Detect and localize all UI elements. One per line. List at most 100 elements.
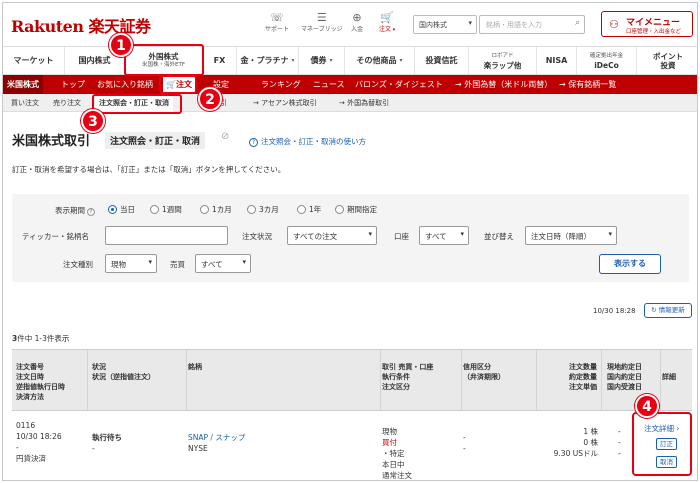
symbol-link[interactable]: SNAP / スナップ	[188, 432, 245, 443]
nav-gold[interactable]: 金・プラチナ ▾	[237, 47, 299, 74]
rakuten-logo[interactable]: Rakuten 楽天証券	[11, 13, 151, 37]
col-detail: 詳細	[662, 373, 676, 381]
paperclip-icon[interactable]: ⊘	[221, 131, 229, 142]
table-header: 注文番号 注文日時 逆指値執行日時 決済方法 状況 状況（逆指値注文） 銘柄 取引 売買…	[12, 349, 692, 411]
deposit-icon: ⊕	[352, 11, 362, 24]
ticker-label: ティッカー・銘柄名	[22, 232, 90, 241]
margin-cell: - -	[463, 433, 466, 453]
tab-buy-order[interactable]: 買い注文	[11, 94, 39, 112]
order-link[interactable]: 🛒 注文 ▾	[379, 11, 395, 33]
col-margin: 信用区分 （弁済期限）	[463, 350, 537, 410]
col-symbol: 銘柄	[188, 350, 381, 410]
col-quantity: 注文数量 約定数量 注文単価	[538, 350, 602, 410]
nav-robo[interactable]: ロボアド 楽ラップ他	[469, 47, 537, 74]
question-icon[interactable]: ?	[87, 208, 95, 216]
support-link[interactable]: ☏ サポート	[265, 11, 289, 33]
nav-ideco[interactable]: 確定拠出年金 iDeCo	[577, 47, 637, 74]
period-label: 表示期間?	[55, 205, 95, 216]
order-info-cell: 0116 10/30 18:26 - 円貨決済	[16, 421, 62, 463]
tab-asean-stock[interactable]: → アセアン株式取引	[253, 94, 317, 112]
trade-label: 売買	[170, 260, 185, 269]
chevron-down-icon: ▾	[368, 230, 372, 238]
period-radio-3month[interactable]: 3カ月	[247, 204, 279, 215]
col-trade: 取引 売買・口座 執行条件 注文区分	[382, 350, 462, 410]
status-cell: 執行待ち -	[92, 433, 122, 453]
account-select[interactable]: すべて ▾	[419, 226, 469, 245]
subnav-holdings[interactable]: → 保有銘柄一覧	[559, 75, 616, 94]
page-subtitle: 注文照会・訂正・取消	[105, 132, 206, 149]
nav-bonds[interactable]: 債券 ▾	[299, 47, 345, 74]
subnav-barrons[interactable]: バロンズ・ダイジェスト	[355, 75, 443, 94]
cancel-button[interactable]: 取消	[656, 456, 677, 468]
refresh-button[interactable]: ↻ 情報更新	[644, 303, 692, 318]
quantity-cell: 1 株 0 株 9.30 USドル	[553, 427, 598, 458]
timestamp: 10/30 18:28	[593, 307, 636, 315]
highlight-order-inquiry	[92, 94, 182, 114]
nav-funds[interactable]: 投資信託	[415, 47, 469, 74]
period-radio-today[interactable]: 当日	[108, 204, 135, 215]
type-label: 注文種別	[63, 260, 93, 269]
bridge-icon: ☰	[316, 11, 327, 24]
detail-actions-highlight: 注文詳細 › 訂正 取消	[632, 412, 692, 476]
subnav-us-stock[interactable]: 米国株式	[3, 75, 43, 94]
search-category-select[interactable]: 国内株式	[413, 15, 477, 34]
cart-icon: 🛒	[380, 11, 394, 24]
subnav-news[interactable]: ニュース	[313, 75, 345, 94]
trade-cell: 現物 買付 ・特定 本日中 通常注文	[382, 427, 412, 480]
dates-cell: - - -	[618, 427, 621, 458]
account-label: 口座	[394, 232, 409, 241]
tab-sell-order[interactable]: 売り注文	[53, 94, 81, 112]
main-nav: マーケット 国内株式 外国株式 米国株・海外ETF FX 金・プラチナ ▾ 債券 ▾ …	[3, 46, 697, 75]
chevron-down-icon: ▾	[608, 230, 612, 238]
show-button[interactable]: 表示する	[599, 254, 661, 274]
subnav-favorites[interactable]: お気に入り銘柄	[97, 75, 153, 94]
instruction-text: 訂正・取消を希望する場合は、「訂正」または「取消」ボタンを押してください。	[12, 165, 286, 174]
period-radio-1month[interactable]: 1カ月	[200, 204, 232, 215]
highlight-order-tab	[159, 75, 197, 94]
subnav-ranking[interactable]: ランキング	[261, 75, 301, 94]
search-input[interactable]: 銘柄・用語を入力 ⌕	[479, 15, 585, 34]
headset-icon: ☏	[270, 11, 284, 24]
order-detail-link[interactable]: 注文詳細 ›	[644, 423, 679, 434]
tab-fx-trade[interactable]: → 外国為替取引	[339, 94, 389, 112]
nav-nisa[interactable]: NISA	[537, 47, 577, 74]
chevron-down-icon: ▾	[148, 258, 152, 266]
period-radio-1week[interactable]: 1週間	[150, 204, 182, 215]
step-badge-3: 3	[81, 109, 105, 133]
nav-market[interactable]: マーケット	[3, 47, 65, 74]
page-title: 米国株式取引	[12, 134, 91, 149]
money-bridge-link[interactable]: ☰ マネーブリッジ	[301, 11, 343, 33]
account-icon: ⚇	[609, 18, 619, 31]
col-order-no: 注文番号 注文日時 逆指値執行日時 決済方法	[16, 350, 88, 410]
help-link[interactable]: ? 注文照会・訂正・取消の使い方	[249, 136, 366, 147]
us-stock-subnav: 米国株式 トップ お気に入り銘柄 🛒注文 設定 ランキング ニュース バロンズ・…	[3, 75, 697, 94]
step-badge-1: 1	[109, 33, 133, 57]
trade-select[interactable]: すべて ▾	[195, 254, 251, 273]
nav-fx[interactable]: FX	[203, 47, 237, 74]
subnav-fx-exchange[interactable]: → 外国為替（米ドル両替）	[455, 75, 552, 94]
my-menu-button[interactable]: ⚇ マイメニュー 口座管理・入出金など	[601, 11, 693, 37]
page-frame: Rakuten 楽天証券 ☏ サポート ☰ マネーブリッジ ⊕ 入金 🛒 注文 …	[2, 2, 698, 481]
deposit-link[interactable]: ⊕ 入金	[351, 11, 363, 33]
status-select[interactable]: すべての注文 ▾	[287, 226, 377, 245]
header: Rakuten 楽天証券 ☏ サポート ☰ マネーブリッジ ⊕ 入金 🛒 注文 …	[3, 3, 697, 45]
period-radio-1year[interactable]: 1年	[297, 204, 321, 215]
chevron-down-icon: ▾	[242, 258, 246, 266]
search-icon[interactable]: ⌕	[575, 18, 580, 28]
period-radio-custom[interactable]: 期間指定	[335, 204, 377, 215]
sort-label: 並び替え	[484, 232, 514, 241]
chevron-right-icon: ›	[676, 424, 680, 433]
modify-button[interactable]: 訂正	[656, 438, 677, 450]
filter-panel: 表示期間? 当日 1週間 1カ月 3カ月 1年 期間指定 ティッカー・銘柄名 注…	[12, 194, 689, 282]
type-select[interactable]: 現物 ▾	[105, 254, 157, 273]
col-status: 状況 状況（逆指値注文）	[92, 350, 187, 410]
table-row: 0116 10/30 18:26 - 円貨決済 執行待ち - SNAP / スナ…	[12, 412, 692, 480]
ticker-input[interactable]	[105, 226, 228, 245]
refresh-icon: ↻	[651, 306, 657, 314]
step-badge-2: 2	[198, 87, 222, 111]
highlight-foreign-stock	[124, 44, 204, 76]
sort-select[interactable]: 注文日時（降順） ▾	[525, 226, 617, 245]
nav-point[interactable]: ポイント 投資	[637, 47, 697, 74]
nav-other[interactable]: その他商品 ▾	[345, 47, 415, 74]
subnav-top[interactable]: トップ	[61, 75, 85, 94]
